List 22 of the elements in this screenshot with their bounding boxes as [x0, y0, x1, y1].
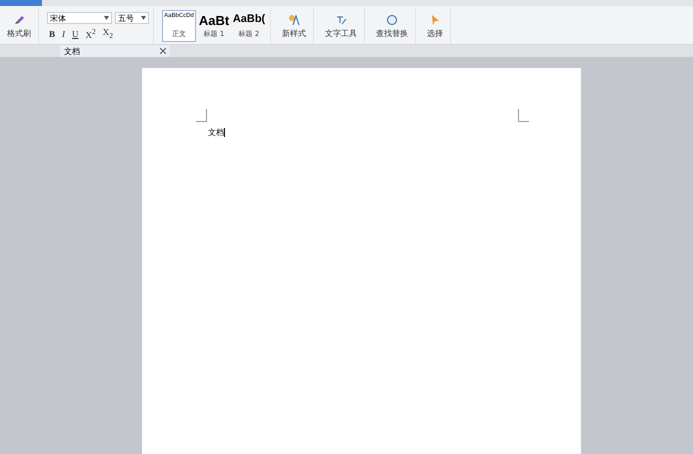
- new-style-icon: [288, 14, 300, 26]
- format-painter-button[interactable]: 格式刷: [4, 14, 34, 38]
- toolbar-button[interactable]: 文字工具: [322, 14, 360, 38]
- cursor-icon: [429, 14, 441, 26]
- format-button[interactable]: U: [70, 28, 81, 38]
- document-text: 文档: [208, 128, 225, 137]
- close-icon[interactable]: [160, 48, 166, 54]
- format-button[interactable]: B: [47, 28, 58, 38]
- search-icon: [386, 14, 398, 26]
- text-tool-icon: [335, 14, 347, 26]
- font-name-field[interactable]: 宋体: [47, 12, 112, 24]
- toolbar-button[interactable]: 查找替换: [373, 14, 411, 38]
- format-button[interactable]: X$^{2}$: [84, 27, 98, 40]
- format-button[interactable]: X$_{2}$: [100, 27, 116, 40]
- toolbar-button[interactable]: 选择: [424, 14, 446, 38]
- caret-icon: [141, 16, 146, 20]
- document-tab[interactable]: 文档: [60, 45, 170, 57]
- brush-icon: [13, 14, 25, 26]
- caret-icon: [104, 16, 109, 20]
- toolbar-button[interactable]: 新样式: [279, 14, 309, 38]
- format-button[interactable]: I: [60, 28, 68, 38]
- font-size-field[interactable]: 五号: [115, 12, 149, 24]
